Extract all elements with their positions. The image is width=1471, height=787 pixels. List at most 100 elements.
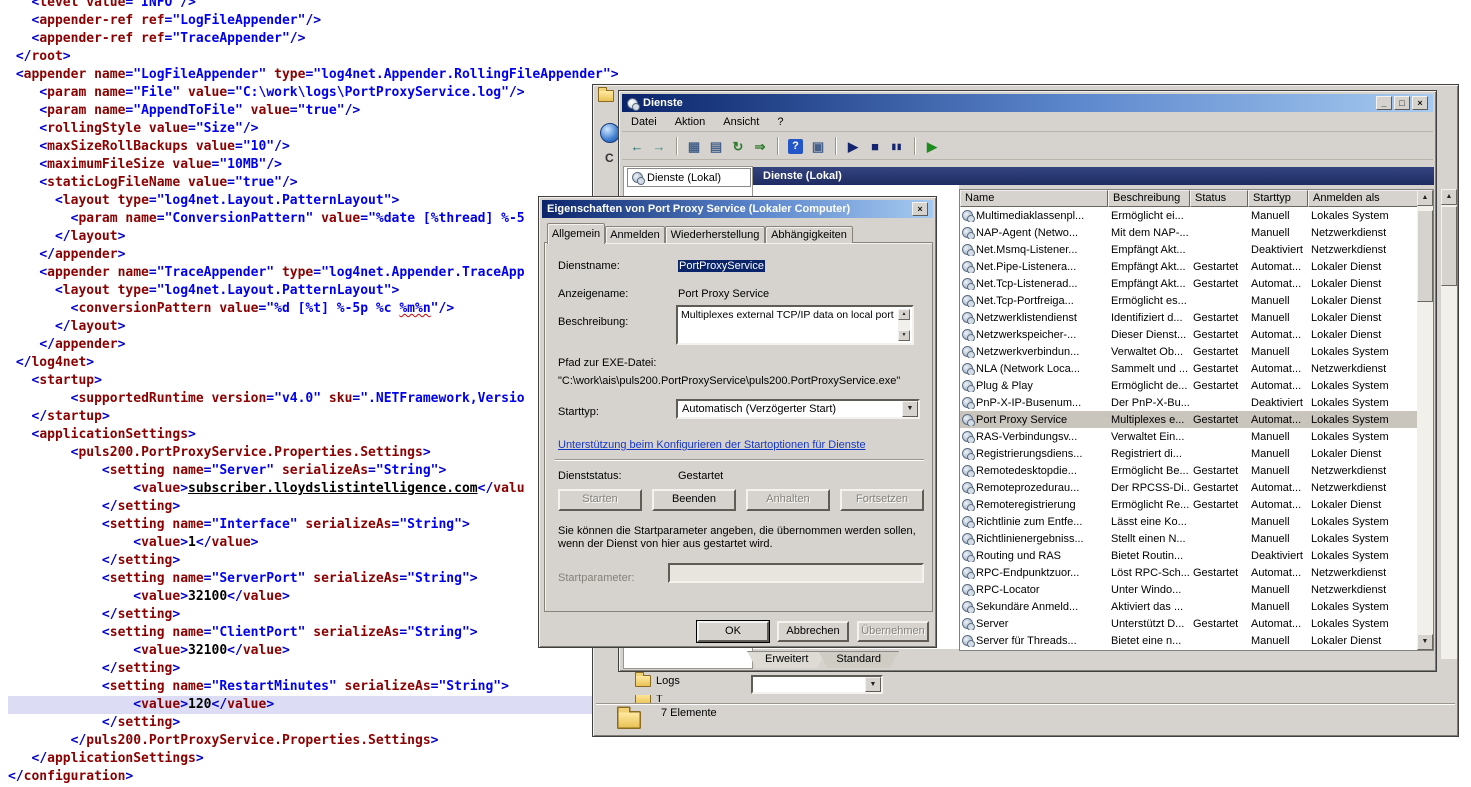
- tab-anmelden[interactable]: Anmelden: [605, 226, 665, 243]
- stop-service-button[interactable]: Beenden: [652, 489, 736, 511]
- table-row[interactable]: Netzwerkverbindun...Verwaltet Ob...Gesta…: [960, 343, 1417, 360]
- table-row[interactable]: Net.Tcp-Portfreiga...Ermöglicht es...Man…: [960, 292, 1417, 309]
- chevron-down-icon[interactable]: ▼: [902, 401, 918, 417]
- tree-icon[interactable]: ▦: [684, 137, 704, 156]
- service-name: Server für Threads...: [976, 635, 1077, 647]
- table-row[interactable]: RPC-LocatorUnter Windo...ManuellNetzwerk…: [960, 581, 1417, 598]
- table-row[interactable]: Port Proxy ServiceMultiplexes e...Gestar…: [960, 411, 1417, 428]
- refresh-icon[interactable]: ↻: [728, 137, 748, 156]
- tab-allgemein[interactable]: Allgemein: [547, 223, 605, 244]
- stop-icon[interactable]: ■: [865, 137, 885, 156]
- view-tab-standard[interactable]: Standard: [818, 651, 899, 668]
- service-name-label: Dienstname:: [558, 260, 620, 272]
- table-row[interactable]: RAS-Verbindungsv...Verwaltet Ein...Manue…: [960, 428, 1417, 445]
- list-scrollbar[interactable]: ▲ ▼: [1417, 190, 1433, 650]
- tab-wiederherstellung[interactable]: Wiederherstellung: [665, 226, 765, 243]
- services-title-bar[interactable]: Dienste _ □ ×: [622, 94, 1433, 112]
- column-header-3[interactable]: Starttyp: [1248, 190, 1308, 207]
- table-row[interactable]: Sekundäre Anmeld...Aktiviert das ...Manu…: [960, 598, 1417, 615]
- dialog-title-bar[interactable]: Eigenschaften von Port Proxy Service (Lo…: [542, 200, 933, 218]
- close-button[interactable]: ×: [1412, 96, 1428, 110]
- column-header-1[interactable]: Beschreibung: [1108, 190, 1190, 207]
- table-row[interactable]: RPC-Endpunktzuor...Löst RPC-Sch...Gestar…: [960, 564, 1417, 581]
- table-row[interactable]: PnP-X-IP-Busenum...Der PnP-X-Bu...Deakti…: [960, 394, 1417, 411]
- table-row[interactable]: NAP-Agent (Netwo...Mit dem NAP-...Manuel…: [960, 224, 1417, 241]
- table-row[interactable]: Routing und RASBietet Routin...Deaktivie…: [960, 547, 1417, 564]
- cancel-button[interactable]: Abbrechen: [777, 621, 849, 642]
- table-row[interactable]: Remotedesktopdie...Ermöglicht Be...Gesta…: [960, 462, 1417, 479]
- scroll-down-button[interactable]: ▼: [898, 330, 910, 341]
- table-row[interactable]: RemoteregistrierungErmöglicht Re...Gesta…: [960, 496, 1417, 513]
- code-line[interactable]: <appender-ref ref="TraceAppender"/>: [8, 30, 1471, 48]
- description-field[interactable]: Multiplexes external TCP/IP data on loca…: [676, 305, 914, 345]
- code-line[interactable]: </applicationSettings>: [8, 750, 1471, 768]
- table-row[interactable]: ServerUnterstützt D...GestartetAutomat..…: [960, 615, 1417, 632]
- forward-icon[interactable]: →: [649, 137, 669, 156]
- service-name-cell: RAS-Verbindungsv...: [960, 431, 1108, 443]
- code-line[interactable]: <level value="INFO"/>: [8, 0, 1471, 12]
- startup-type-combobox[interactable]: Automatisch (Verzögerter Start) ▼: [676, 399, 920, 419]
- tab-abhaengigkeiten[interactable]: Abhängigkeiten: [765, 226, 853, 243]
- ok-button[interactable]: OK: [697, 621, 769, 642]
- menu-aktion[interactable]: Aktion: [666, 114, 715, 130]
- scroll-up-button[interactable]: ▲: [1441, 189, 1457, 205]
- display-name-value[interactable]: Port Proxy Service: [678, 288, 769, 300]
- table-row[interactable]: Server für Threads...Bietet eine n...Man…: [960, 632, 1417, 649]
- service-name-cell: Richtlinienergebniss...: [960, 533, 1108, 545]
- minimize-button[interactable]: _: [1376, 96, 1392, 110]
- start-parameters-input[interactable]: [668, 563, 924, 583]
- table-row[interactable]: Multimediaklassenpl...Ermöglicht ei...Ma…: [960, 207, 1417, 224]
- pause-icon[interactable]: ▮▮: [887, 137, 907, 156]
- tree-node-dienste-lokal[interactable]: Dienste (Lokal): [627, 168, 751, 187]
- description-scrollbar[interactable]: ▲ ▼: [898, 309, 910, 341]
- play-icon[interactable]: ▶: [843, 137, 863, 156]
- service-name: Multimediaklassenpl...: [976, 210, 1084, 222]
- explorer-combobox[interactable]: ▼: [751, 675, 883, 694]
- column-header-2[interactable]: Status: [1190, 190, 1248, 207]
- code-line[interactable]: <appender-ref ref="LogFileAppender"/>: [8, 12, 1471, 30]
- table-row[interactable]: NLA (Network Loca...Sammelt und ...Gesta…: [960, 360, 1417, 377]
- export-icon[interactable]: ⇒: [750, 137, 770, 156]
- table-row[interactable]: NetzwerklistendienstIdentifiziert d...Ge…: [960, 309, 1417, 326]
- table-row[interactable]: Netzwerkspeicher-...Dieser Dienst...Gest…: [960, 326, 1417, 343]
- column-header-4[interactable]: Anmelden als: [1308, 190, 1418, 207]
- column-header-0[interactable]: Name: [960, 190, 1108, 207]
- table-row[interactable]: Plug & PlayErmöglicht de...GestartetAuto…: [960, 377, 1417, 394]
- scroll-down-button[interactable]: ▼: [1417, 634, 1433, 650]
- back-icon[interactable]: ←: [627, 137, 647, 156]
- help-icon[interactable]: ?: [788, 139, 803, 154]
- service-status-label: Dienststatus:: [558, 470, 622, 482]
- menu-ansicht[interactable]: Ansicht: [714, 114, 768, 130]
- list-icon[interactable]: ▤: [706, 137, 726, 156]
- scroll-up-button[interactable]: ▲: [1417, 190, 1433, 206]
- starttype-cell: Automat...: [1248, 278, 1308, 290]
- chevron-down-icon[interactable]: ▼: [865, 677, 881, 692]
- table-row[interactable]: Richtlinienergebniss...Stellt einen N...…: [960, 530, 1417, 547]
- menu-help[interactable]: ?: [768, 114, 792, 130]
- startup-options-help-link[interactable]: Unterstützung beim Konfigurieren der Sta…: [558, 439, 866, 451]
- menu-datei[interactable]: Datei: [622, 114, 666, 130]
- code-line[interactable]: <appender name="LogFileAppender" type="l…: [8, 66, 1471, 84]
- explorer-tree-item-partial[interactable]: T: [635, 695, 663, 703]
- scroll-up-button[interactable]: ▲: [898, 309, 910, 320]
- code-line[interactable]: </root>: [8, 48, 1471, 66]
- view-tab-erweitert[interactable]: Erweitert: [747, 651, 826, 668]
- gear-icon: [962, 346, 973, 357]
- table-row[interactable]: Remoteprozedurau...Der RPCSS-Di...Gestar…: [960, 479, 1417, 496]
- explorer-tree-item[interactable]: Logs: [635, 675, 680, 687]
- table-row[interactable]: Registrierungsdiens...Registriert di...M…: [960, 445, 1417, 462]
- explorer-scrollbar[interactable]: ▲: [1441, 189, 1457, 659]
- table-row[interactable]: Net.Pipe-Listenera...Empfängt Akt...Gest…: [960, 258, 1417, 275]
- dialog-tabs: AllgemeinAnmeldenWiederherstellungAbhäng…: [539, 223, 936, 243]
- maximize-button[interactable]: □: [1394, 96, 1410, 110]
- service-name-value[interactable]: PortProxyService: [678, 260, 765, 272]
- restart-icon[interactable]: ▶: [922, 137, 942, 156]
- table-row[interactable]: Net.Msmq-Listener...Empfängt Akt...Deakt…: [960, 241, 1417, 258]
- scroll-thumb[interactable]: [1417, 210, 1433, 302]
- code-line[interactable]: </configuration>: [8, 768, 1471, 786]
- scroll-thumb[interactable]: [1441, 206, 1457, 286]
- close-button[interactable]: ×: [912, 202, 928, 216]
- table-row[interactable]: Richtlinie zum Entfe...Lässt eine Ko...M…: [960, 513, 1417, 530]
- window-icon[interactable]: ▣: [808, 137, 828, 156]
- table-row[interactable]: Net.Tcp-Listenerad...Empfängt Akt...Gest…: [960, 275, 1417, 292]
